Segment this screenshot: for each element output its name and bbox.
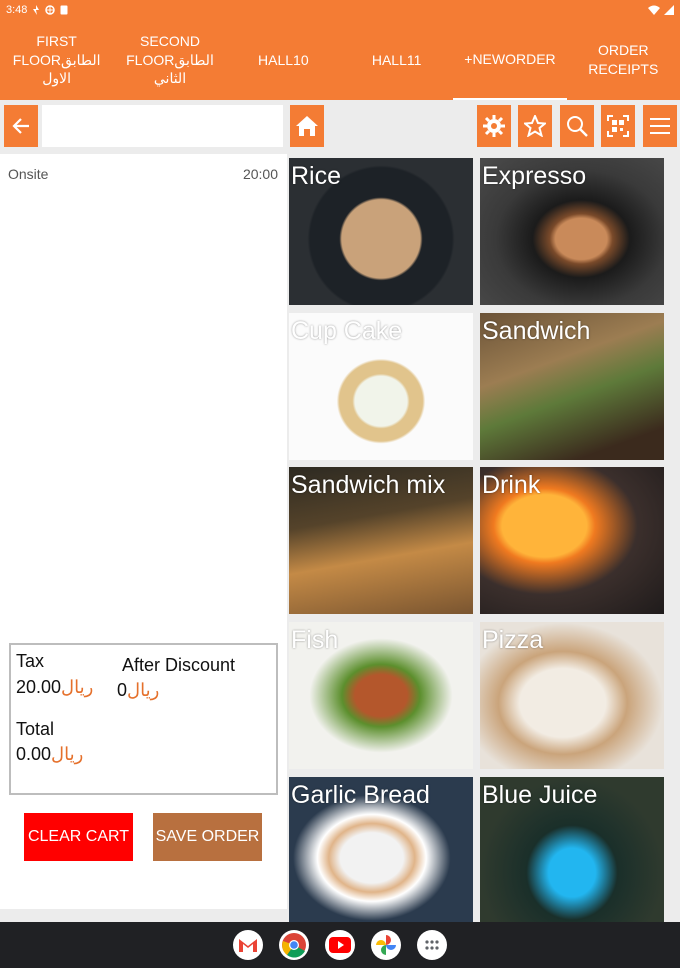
right-toolbar	[287, 100, 680, 154]
menu-item-blue-juice[interactable]: Blue Juice	[480, 777, 664, 924]
menu-item-garlic-bread[interactable]: Garlic Bread	[289, 777, 473, 924]
menu-item-cup-cake[interactable]: Cup Cake	[289, 313, 473, 460]
hall-tabs: FIRST FLOORالطابق الاول SECOND FLOORالطابق ا…	[0, 20, 680, 100]
order-info-field[interactable]	[42, 105, 283, 147]
favorites-button[interactable]	[518, 105, 552, 147]
tax-label: Tax	[16, 651, 45, 671]
left-toolbar	[0, 100, 287, 154]
hamburger-icon	[650, 118, 670, 134]
menu-item-drink[interactable]: Drink	[480, 467, 664, 614]
tab-order-receipts[interactable]: ORDER RECEIPTS	[567, 20, 680, 100]
youtube-icon[interactable]	[325, 930, 355, 960]
app-dock	[0, 922, 680, 968]
menu-button[interactable]	[643, 105, 677, 147]
photos-icon[interactable]	[371, 930, 401, 960]
search-icon	[567, 116, 588, 137]
status-time: 3:48	[6, 4, 28, 16]
after-discount-value: 0ريال	[117, 680, 160, 700]
menu-item-expresso[interactable]: Expresso	[480, 158, 664, 305]
order-summary: Tax 20.00ريال After Discount 0ريال Total…	[9, 643, 278, 795]
tax-value: 20.00ريال	[16, 677, 94, 697]
settings-button[interactable]	[477, 105, 511, 147]
back-button[interactable]	[4, 105, 38, 147]
order-type: Onsite	[8, 166, 49, 182]
tab-hall11[interactable]: HALL11	[340, 20, 453, 100]
tab-new-order[interactable]: +NEWORDER	[453, 20, 567, 100]
search-button[interactable]	[560, 105, 594, 147]
home-button[interactable]	[290, 105, 324, 147]
clear-cart-button[interactable]: CLEAR CART	[24, 813, 133, 861]
menu-item-pizza[interactable]: Pizza	[480, 622, 664, 769]
tab-second-floor[interactable]: SECOND FLOORالطابق الثاني	[113, 20, 226, 100]
save-order-button[interactable]: SAVE ORDER	[153, 813, 262, 861]
order-panel: Onsite 20:00 Tax 20.00ريال After Discoun…	[0, 154, 287, 909]
home-icon	[296, 116, 318, 136]
arrow-left-icon	[12, 118, 29, 134]
sim-icon	[60, 5, 68, 15]
menu-grid: Rice Expresso Cup Cake Sandwich Sandwich…	[287, 154, 680, 924]
menu-item-sandwich-mix[interactable]: Sandwich mix	[289, 467, 473, 614]
qr-code-icon	[607, 115, 629, 137]
tab-first-floor[interactable]: FIRST FLOORالطابق الاول	[0, 20, 113, 100]
gear-icon	[483, 115, 505, 137]
signal-icon	[664, 5, 674, 15]
vpn-icon	[45, 5, 56, 15]
star-icon	[524, 115, 546, 137]
total-label: Total	[16, 719, 55, 739]
total-value: 0.00ريال	[16, 744, 84, 764]
after-discount-label: After Discount	[122, 655, 236, 675]
menu-item-fish[interactable]: Fish	[289, 622, 473, 769]
gmail-icon[interactable]	[233, 930, 263, 960]
chrome-icon[interactable]	[279, 930, 309, 960]
qr-scan-button[interactable]	[601, 105, 635, 147]
notification-icon	[33, 5, 40, 15]
wifi-icon	[648, 5, 660, 15]
tab-hall10[interactable]: HALL10	[227, 20, 340, 100]
status-bar: 3:48	[0, 0, 680, 20]
menu-item-sandwich[interactable]: Sandwich	[480, 313, 664, 460]
order-time: 20:00	[242, 166, 278, 182]
app-drawer-icon[interactable]	[417, 930, 447, 960]
menu-item-rice[interactable]: Rice	[289, 158, 473, 305]
